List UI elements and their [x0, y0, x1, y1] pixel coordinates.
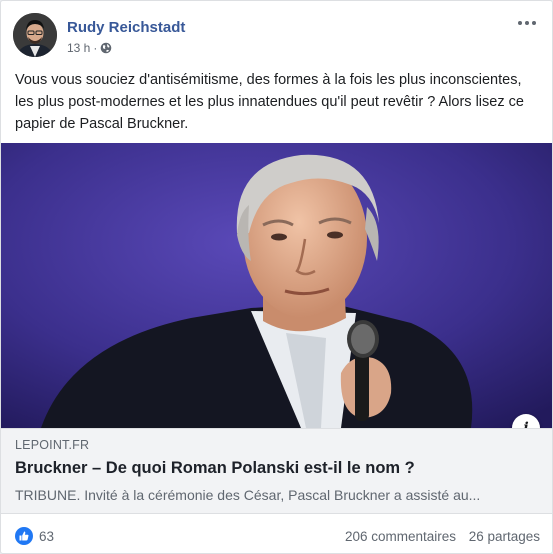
thumbs-up-icon[interactable] [15, 527, 33, 545]
post-meta: 13 h · [67, 41, 112, 55]
link-preview-image[interactable]: i [1, 143, 552, 428]
avatar[interactable] [13, 13, 57, 57]
meta-separator: · [93, 41, 98, 55]
link-title[interactable]: Bruckner – De quoi Roman Polanski est-il… [15, 459, 539, 478]
post-time[interactable]: 13 h [67, 41, 90, 55]
author-name[interactable]: Rudy Reichstadt [67, 19, 185, 36]
more-options-icon[interactable] [513, 13, 541, 33]
link-description: TRIBUNE. Invité à la cérémonie des César… [15, 487, 481, 503]
reactions-bar: 63 206 commentaires 26 partages [1, 513, 552, 553]
comments-count[interactable]: 206 commentaires [345, 529, 456, 544]
globe-icon[interactable] [100, 42, 112, 54]
post-card: Rudy Reichstadt 13 h · Vous vous souciez… [0, 0, 553, 554]
link-preview-meta[interactable]: LEPOINT.FR Bruckner – De quoi Roman Pola… [1, 428, 552, 514]
post-text: Vous vous souciez d'antisémitisme, des f… [15, 72, 524, 132]
shares-count[interactable]: 26 partages [469, 529, 540, 544]
like-count[interactable]: 63 [39, 529, 54, 544]
link-domain: LEPOINT.FR [15, 438, 90, 452]
post-header: Rudy Reichstadt 13 h · [13, 13, 541, 61]
